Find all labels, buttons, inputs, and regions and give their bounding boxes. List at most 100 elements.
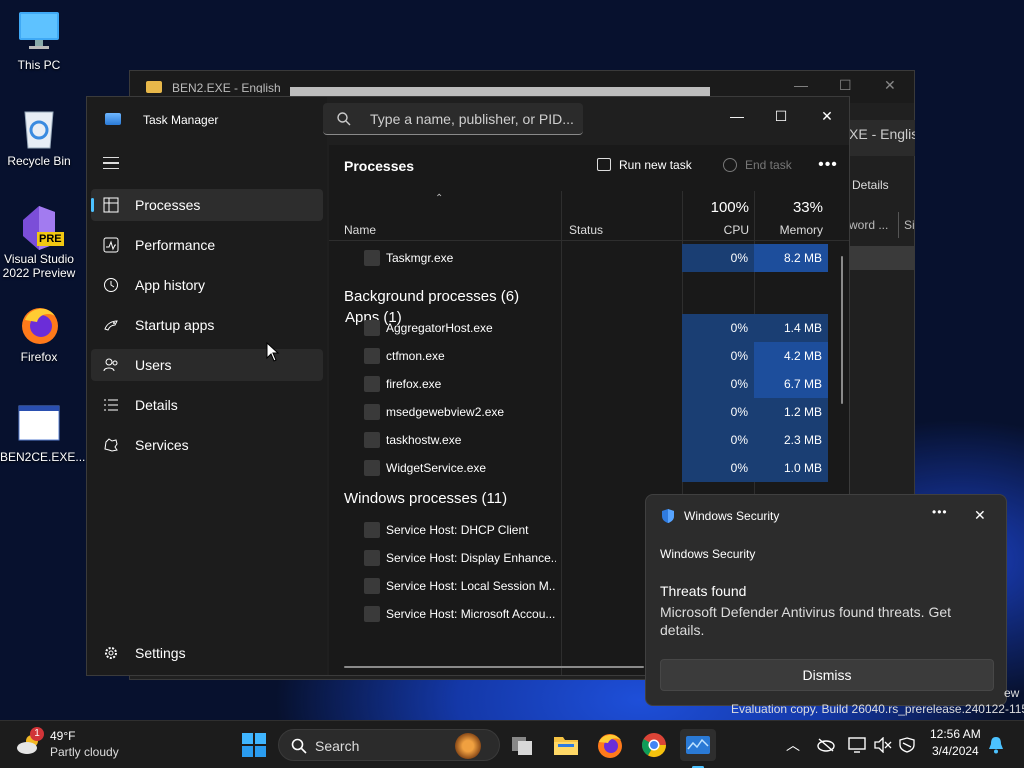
history-icon (104, 278, 118, 292)
nav-app-history[interactable]: App history (91, 269, 323, 301)
process-icon (364, 432, 380, 448)
process-name: taskhostw.exe (386, 433, 462, 447)
chevron-up-icon[interactable]: ︿ (786, 735, 800, 755)
process-cpu: 0% (682, 426, 754, 454)
table-row[interactable]: Taskmgr.exe 0% 8.2 MB (328, 244, 828, 272)
page-title: Processes (344, 158, 415, 174)
clock-time[interactable]: 12:56 AM (930, 727, 981, 741)
background-selected-row[interactable] (850, 246, 915, 270)
background-window-tab[interactable]: XE - Englis (845, 120, 915, 156)
desktop-icon-firefox[interactable]: Firefox (0, 302, 78, 364)
nav-label: Performance (135, 237, 216, 253)
desktop-icon-this-pc[interactable]: This PC (0, 10, 78, 72)
column-name[interactable]: Name (344, 223, 376, 237)
table-row[interactable]: taskhostw.exe 0% 2.3 MB (328, 426, 828, 454)
task-manager-button[interactable] (680, 729, 716, 768)
folder-icon (146, 81, 162, 93)
notification-bell-icon[interactable] (988, 736, 1004, 754)
process-memory: 4.2 MB (754, 342, 828, 370)
process-cpu: 0% (682, 370, 754, 398)
nav-label: Processes (135, 197, 201, 213)
cancel-circle-icon (723, 158, 737, 172)
column-cpu[interactable]: CPU (683, 223, 749, 237)
startup-icon (104, 320, 118, 331)
clock-date[interactable]: 3/4/2024 (932, 744, 979, 758)
process-name: msedgewebview2.exe (386, 405, 505, 419)
process-cpu: 0% (682, 314, 754, 342)
search-highlight-icon (455, 733, 481, 759)
cpu-total-value: 100% (710, 199, 749, 216)
desktop-icon-visual-studio[interactable]: PRE Visual Studio 2022 Preview (0, 204, 78, 280)
process-memory: 1.4 MB (754, 314, 828, 342)
column-divider (898, 212, 899, 238)
group-header[interactable]: Windows processes (11) (344, 490, 507, 507)
nav-services[interactable]: Services (91, 429, 323, 461)
search-icon (291, 738, 307, 754)
close-button[interactable]: ✕ (805, 103, 849, 129)
close-icon[interactable]: ✕ (974, 507, 986, 524)
hamburger-menu-icon[interactable] (103, 157, 119, 169)
minimize-button[interactable]: — (715, 103, 759, 129)
chrome-button[interactable] (638, 729, 670, 761)
start-button[interactable] (238, 729, 270, 761)
watermark-line2: Evaluation copy. Build 26040.rs_prerelea… (731, 702, 1024, 716)
network-icon[interactable] (848, 737, 866, 753)
process-memory: 1.2 MB (754, 398, 828, 426)
process-memory: 2.3 MB (754, 426, 828, 454)
table-row[interactable]: msedgewebview2.exe 0% 1.2 MB (328, 398, 828, 426)
volume-muted-icon[interactable] (874, 737, 892, 753)
process-name: Taskmgr.exe (386, 251, 454, 265)
nav-label: Startup apps (135, 317, 215, 333)
process-name: Service Host: DHCP Client (386, 523, 529, 537)
run-new-task-button[interactable]: Run new task (593, 151, 697, 179)
process-name: firefox.exe (386, 377, 442, 391)
task-view-button[interactable] (506, 729, 538, 761)
column-password[interactable]: word ... (849, 218, 888, 232)
background-details-label[interactable]: Details (852, 178, 889, 192)
taskbar-search[interactable]: Search (278, 729, 500, 761)
process-memory: 1.0 MB (754, 454, 828, 482)
onedrive-offline-icon[interactable] (816, 737, 836, 753)
maximize-icon[interactable]: ☐ (839, 77, 852, 94)
process-icon (364, 404, 380, 420)
table-row[interactable]: WidgetService.exe 0% 1.0 MB (328, 454, 828, 482)
weather-temp: 49°F (50, 729, 76, 743)
nav-startup-apps[interactable]: Startup apps (91, 309, 323, 341)
nav-settings[interactable]: Settings (91, 637, 323, 669)
table-row[interactable]: AggregatorHost.exe 0% 1.4 MB (328, 314, 828, 342)
nav-details[interactable]: Details (91, 389, 323, 421)
column-size[interactable]: Si (904, 218, 915, 232)
weather-widget[interactable]: 1 49°F Partly cloudy (16, 727, 136, 763)
task-view-icon (512, 737, 532, 755)
toast-body: Microsoft Defender Antivirus found threa… (660, 604, 952, 638)
table-row[interactable]: ctfmon.exe 0% 4.2 MB (328, 342, 828, 370)
recycle-bin-icon (17, 106, 61, 150)
horizontal-scrollbar[interactable] (344, 666, 644, 668)
nav-label: App history (135, 277, 206, 293)
table-row[interactable]: firefox.exe 0% 6.7 MB (328, 370, 828, 398)
close-icon[interactable]: ✕ (884, 77, 896, 94)
nav-users[interactable]: Users (91, 349, 323, 381)
nav-performance[interactable]: Performance (91, 229, 323, 261)
nav-processes[interactable]: Processes (91, 189, 323, 221)
vertical-scrollbar[interactable] (841, 256, 843, 404)
desktop-icon-ben2ce[interactable]: BEN2CE.EXE... (0, 402, 85, 464)
file-explorer-button[interactable] (550, 729, 582, 761)
firefox-button[interactable] (594, 729, 626, 761)
column-memory[interactable]: Memory (755, 223, 823, 237)
more-options-icon[interactable]: ••• (932, 505, 948, 519)
more-options-icon[interactable]: ••• (815, 151, 841, 179)
notification-toast[interactable]: Windows Security ••• ✕ Windows Security … (645, 494, 1007, 706)
group-header[interactable]: Background processes (6) (344, 288, 519, 305)
minimize-icon[interactable]: — (794, 77, 808, 93)
end-task-button[interactable]: End task (719, 151, 799, 179)
column-status[interactable]: Status (569, 223, 603, 237)
security-shield-icon[interactable] (898, 737, 916, 753)
maximize-button[interactable]: ☐ (759, 103, 803, 129)
search-input[interactable]: Type a name, publisher, or PID... (323, 103, 583, 135)
desktop-icon-recycle-bin[interactable]: Recycle Bin (0, 106, 78, 168)
nav-label: Users (135, 357, 172, 373)
application-window-icon (17, 402, 61, 446)
dismiss-button[interactable]: Dismiss (660, 659, 994, 691)
chrome-icon (641, 733, 666, 758)
